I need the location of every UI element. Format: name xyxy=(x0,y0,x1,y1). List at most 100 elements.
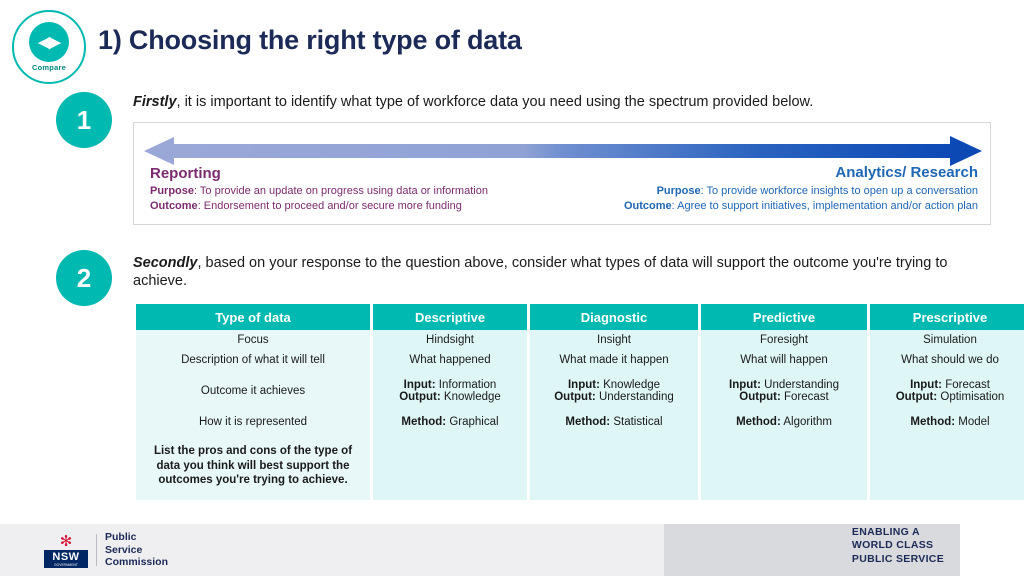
cell-line-input: Input: Information xyxy=(379,379,521,391)
paragraph-1-lead: Firstly xyxy=(133,94,177,110)
cell-outcome-diagnostic: Input: Knowledge Output: Understanding xyxy=(530,370,698,412)
output-value: Forecast xyxy=(780,391,829,403)
cell-focus-diagnostic: Insight xyxy=(530,330,698,350)
cell-focus-predictive: Foresight xyxy=(701,330,867,350)
spectrum-left-purpose-label: Purpose xyxy=(150,185,195,197)
output-value: Understanding xyxy=(595,391,674,403)
cell-method-prescriptive: Method: Model xyxy=(870,412,1024,432)
output-label: Output: xyxy=(399,391,441,403)
method-label: Method: xyxy=(910,416,956,428)
table-row: Description of what it will tell What ha… xyxy=(136,350,1024,370)
paragraph-2-lead: Secondly xyxy=(133,255,198,271)
table-header-predictive: Predictive xyxy=(701,304,867,330)
row-label-description: Description of what it will tell xyxy=(136,350,370,370)
cell-line-output: Output: Forecast xyxy=(707,391,861,403)
spectrum-right-title: Analytics/ Research xyxy=(835,164,978,181)
answer-cell-prescriptive[interactable] xyxy=(870,432,1024,500)
input-label: Input: xyxy=(729,379,761,391)
cell-description-descriptive: What happened xyxy=(373,350,527,370)
cell-method-descriptive: Method: Graphical xyxy=(373,412,527,432)
method-label: Method: xyxy=(736,416,781,428)
method-value: Statistical xyxy=(610,416,663,428)
table-header-row: Type of data Descriptive Diagnostic Pred… xyxy=(136,304,1024,330)
cell-method-diagnostic: Method: Statistical xyxy=(530,412,698,432)
answer-cell-diagnostic[interactable] xyxy=(530,432,698,500)
answer-cell-descriptive[interactable] xyxy=(373,432,527,500)
org-line-3: Commission xyxy=(105,556,169,569)
waratah-icon: ✻ xyxy=(59,533,73,550)
table-row: How it is represented Method: Graphical … xyxy=(136,412,1024,432)
table-row: Outcome it achieves Input: Information O… xyxy=(136,370,1024,412)
cell-description-predictive: What will happen xyxy=(701,350,867,370)
table-row: Focus Hindsight Insight Foresight Simula… xyxy=(136,330,1024,350)
spectrum-left-title: Reporting xyxy=(150,165,221,182)
table-header-type-of-data: Type of data xyxy=(136,304,370,330)
nsw-government-logo: ✻ NSW GOVERNMENT Public Service Commissi… xyxy=(44,530,169,569)
input-value: Forecast xyxy=(942,379,990,391)
cell-description-diagnostic: What made it happen xyxy=(530,350,698,370)
method-label: Method: xyxy=(565,416,611,428)
method-value: Graphical xyxy=(446,416,499,428)
step-badge-2: 2 xyxy=(56,250,112,306)
org-line-2: Service xyxy=(105,543,143,556)
spectrum-right-outcome-text: : Agree to support initiatives, implemen… xyxy=(671,199,978,212)
input-label: Input: xyxy=(910,379,942,391)
answer-cell-predictive[interactable] xyxy=(701,432,867,500)
table-header-descriptive: Descriptive xyxy=(373,304,527,330)
nsw-abbreviation: NSW xyxy=(44,550,88,563)
spectrum-left-outcome-text: : Endorsement to proceed and/or secure m… xyxy=(197,199,462,212)
output-label: Output: xyxy=(739,391,781,403)
row-label-focus: Focus xyxy=(136,330,370,350)
footer: ✻ NSW GOVERNMENT Public Service Commissi… xyxy=(0,520,1024,576)
spectrum-right-outcome-label: Outcome xyxy=(623,199,672,212)
logo-wordmark: Compare xyxy=(32,63,66,72)
nsw-government-text: GOVERNMENT xyxy=(44,563,88,568)
spectrum-right-outcome: Outcome: Agree to support initiatives, i… xyxy=(624,199,978,214)
step-badge-1: 1 xyxy=(56,92,112,148)
row-label-outcome: Outcome it achieves xyxy=(136,370,370,412)
spectrum-right-purpose-label: Purpose xyxy=(656,185,701,197)
logo-divider xyxy=(96,534,97,566)
method-value: Algorithm xyxy=(780,416,832,428)
org-line-1: Public xyxy=(105,530,137,543)
cell-line-output: Output: Understanding xyxy=(536,391,692,403)
compare-logo: ◀▶ Compare xyxy=(12,10,86,84)
output-value: Knowledge xyxy=(440,391,501,403)
instruction-paragraph-1: Firstly, it is important to identify wha… xyxy=(133,93,963,111)
output-value: Optimisation xyxy=(937,391,1005,403)
spectrum-right-purpose-text: : To provide workforce insights to open … xyxy=(700,185,978,197)
cell-line-output: Output: Knowledge xyxy=(379,391,521,403)
spectrum-left-purpose: Purpose: To provide an update on progres… xyxy=(150,184,488,199)
cell-outcome-predictive: Input: Understanding Output: Forecast xyxy=(701,370,867,412)
cell-description-prescriptive: What should we do xyxy=(870,350,1024,370)
cell-line-input: Input: Knowledge xyxy=(536,379,692,391)
spectrum-right-details: Purpose: To provide workforce insights t… xyxy=(624,184,978,214)
input-value: Understanding xyxy=(760,379,839,391)
data-types-table: Type of data Descriptive Diagnostic Pred… xyxy=(133,304,1024,500)
method-value: Model xyxy=(955,416,990,428)
table-header-prescriptive: Prescriptive xyxy=(870,304,1024,330)
paragraph-1-rest: , it is important to identify what type … xyxy=(176,94,814,110)
data-spectrum-panel: Reporting Purpose: To provide an update … xyxy=(133,122,991,225)
cell-line-input: Input: Understanding xyxy=(707,379,861,391)
spectrum-right-purpose: Purpose: To provide workforce insights t… xyxy=(624,184,978,199)
row-label-representation: How it is represented xyxy=(136,412,370,432)
paragraph-2-rest: , based on your response to the question… xyxy=(133,255,948,290)
spectrum-left-outcome: Outcome: Endorsement to proceed and/or s… xyxy=(150,199,488,214)
cell-outcome-prescriptive: Input: Forecast Output: Optimisation xyxy=(870,370,1024,412)
table-header-diagnostic: Diagnostic xyxy=(530,304,698,330)
input-value: Knowledge xyxy=(599,379,661,391)
spectrum-left-details: Purpose: To provide an update on progres… xyxy=(150,184,488,214)
output-label: Output: xyxy=(554,391,596,403)
cell-focus-descriptive: Hindsight xyxy=(373,330,527,350)
spectrum-arrow-graphic xyxy=(144,136,982,166)
page-title: 1) Choosing the right type of data xyxy=(98,25,522,55)
activity-prompt-cell: List the pros and cons of the type of da… xyxy=(136,432,370,500)
output-label: Output: xyxy=(895,391,938,403)
cell-outcome-descriptive: Input: Information Output: Knowledge xyxy=(373,370,527,412)
cell-line-output: Output: Optimisation xyxy=(876,391,1024,403)
logo-inner-circle: ◀▶ xyxy=(29,22,69,62)
cell-method-predictive: Method: Algorithm xyxy=(701,412,867,432)
slogan-line-1: ENABLING A xyxy=(851,525,920,538)
compare-arrows-icon: ◀▶ xyxy=(38,33,60,51)
